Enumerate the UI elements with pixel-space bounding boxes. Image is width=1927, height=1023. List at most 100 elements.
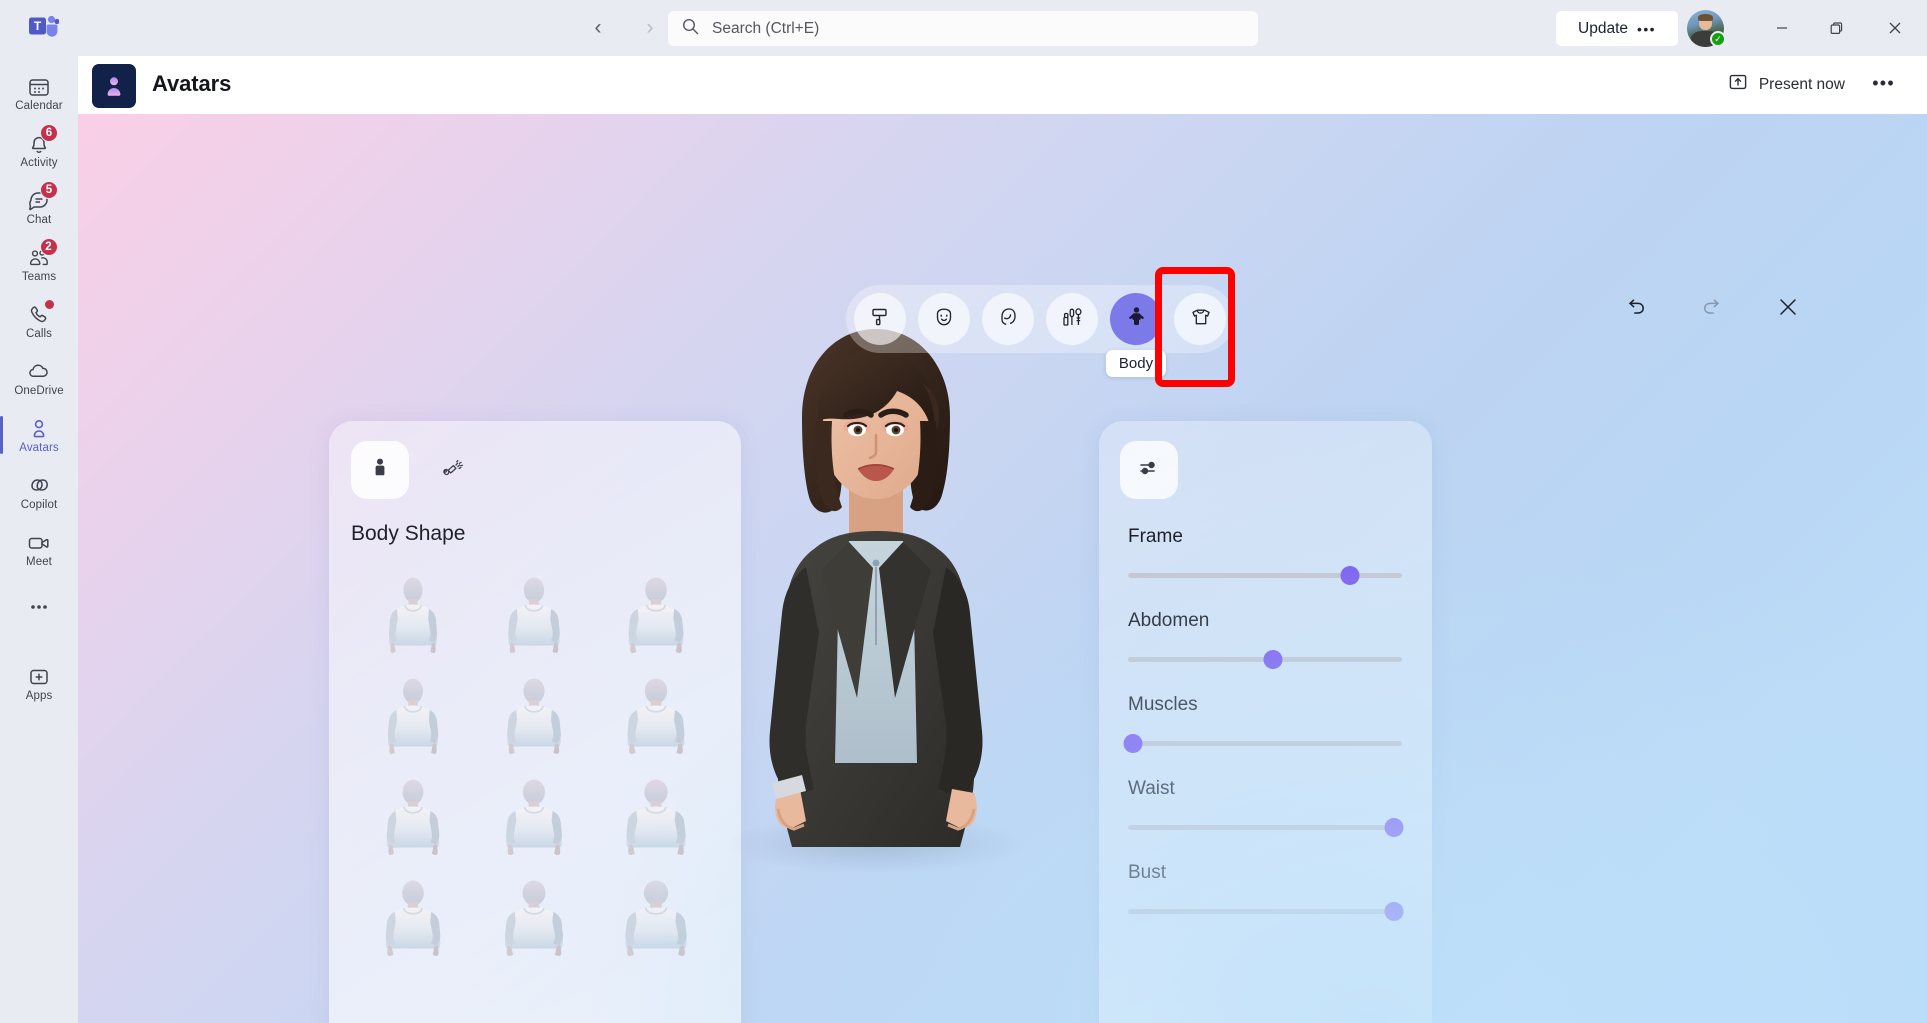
search-bar[interactable]: Search (Ctrl+E) — [668, 11, 1258, 46]
back-button[interactable]: ‹ — [582, 12, 614, 44]
search-input[interactable]: Search (Ctrl+E) — [712, 20, 819, 38]
tab-body-shape[interactable] — [351, 441, 409, 499]
body-shape-option[interactable] — [353, 776, 474, 877]
sidebar-item-avatars[interactable]: Avatars — [0, 407, 78, 464]
sidebar-item-label: Apps — [25, 690, 53, 702]
body-silhouette-icon — [367, 455, 393, 486]
more-icon — [27, 594, 51, 619]
teams-icon: 2 — [27, 238, 58, 270]
restore-button[interactable] — [1809, 0, 1863, 56]
video-icon — [26, 530, 52, 555]
slider-knob[interactable] — [1263, 649, 1283, 669]
category-makeup-button[interactable] — [1046, 293, 1098, 345]
body-person-icon — [1124, 304, 1149, 334]
sidebar-item-label: Meet — [26, 556, 52, 568]
sidebar-item-apps[interactable]: Apps — [0, 655, 78, 712]
body-shape-option[interactable] — [353, 877, 474, 978]
header-overflow-button[interactable]: ••• — [1872, 73, 1895, 94]
sidebar-item-label: Chat — [26, 214, 52, 226]
body-shape-option[interactable] — [474, 776, 595, 877]
panel-tabs — [351, 441, 482, 499]
category-body-button[interactable] — [1110, 293, 1162, 345]
body-shape-option[interactable] — [353, 574, 474, 675]
avatar-preview[interactable] — [686, 309, 1066, 889]
search-icon — [682, 18, 699, 40]
apps-plus-icon — [27, 664, 51, 689]
sidebar-item-label: Teams — [21, 271, 57, 283]
category-toolbar: Body — [846, 285, 1234, 377]
hair-icon — [996, 305, 1021, 334]
sidebar-item-label: OneDrive — [14, 385, 64, 397]
title-bar: T ‹ › Search (Ctrl+E) Update ••• ✓ — [0, 0, 1927, 56]
tab-sliders[interactable] — [1120, 441, 1178, 499]
forward-button[interactable]: › — [634, 12, 666, 44]
redo-button[interactable] — [1697, 292, 1727, 322]
makeup-icon — [1060, 305, 1085, 334]
slider-knob[interactable] — [1123, 733, 1143, 753]
stage-actions — [1621, 292, 1803, 322]
sidebar-item-calendar[interactable]: Calendar — [0, 65, 78, 122]
body-shape-option[interactable] — [474, 877, 595, 978]
slider-label: Abdomen — [1128, 610, 1210, 631]
slider-track[interactable] — [1128, 901, 1404, 921]
calls-badge — [44, 299, 55, 310]
update-overflow-icon[interactable]: ••• — [1637, 21, 1656, 37]
slider-knob[interactable] — [1384, 817, 1404, 837]
slider-label: Muscles — [1128, 694, 1198, 715]
slider-track[interactable] — [1128, 565, 1402, 585]
copilot-icon — [27, 473, 52, 498]
sidebar-item-more[interactable] — [0, 578, 78, 635]
update-label: Update — [1578, 19, 1629, 37]
chat-icon: 5 — [27, 181, 58, 213]
body-shape-option[interactable] — [474, 675, 595, 776]
body-shape-option[interactable] — [596, 877, 717, 978]
sidebar-item-onedrive[interactable]: OneDrive — [0, 350, 78, 407]
close-button[interactable] — [1863, 0, 1927, 56]
sidebar-item-label: Calendar — [15, 100, 63, 112]
phone-icon — [27, 299, 55, 327]
left-rail: Calendar 6 Activity 5 Chat 2 Teams Calls… — [0, 56, 78, 1023]
slider-track[interactable] — [1128, 649, 1402, 669]
category-tooltip: Body — [1105, 350, 1167, 377]
undo-button[interactable] — [1621, 292, 1651, 322]
tab-prosthetics[interactable] — [424, 441, 482, 499]
slider-knob[interactable] — [1340, 565, 1360, 585]
minimize-button[interactable] — [1755, 0, 1809, 56]
sidebar-item-meet[interactable]: Meet — [0, 521, 78, 578]
body-shape-option[interactable] — [474, 574, 595, 675]
present-now-button[interactable]: Present now — [1728, 72, 1845, 97]
slider-row: Frame — [1099, 526, 1432, 610]
sidebar-item-teams[interactable]: 2 Teams — [0, 236, 78, 293]
paint-roller-icon — [868, 305, 892, 334]
category-face-button[interactable] — [918, 293, 970, 345]
body-sliders-panel: Frame Abdomen Muscles Waist Bust — [1099, 421, 1432, 1023]
sidebar-item-calls[interactable]: Calls — [0, 293, 78, 350]
svg-text:T: T — [34, 19, 42, 33]
category-hair-button[interactable] — [982, 293, 1034, 345]
content-area: Avatars Present now ••• Body Body Shape … — [78, 56, 1927, 1023]
present-now-label: Present now — [1758, 75, 1845, 93]
category-style-button[interactable] — [854, 293, 906, 345]
sidebar-item-activity[interactable]: 6 Activity — [0, 122, 78, 179]
teams-logo-icon: T — [26, 11, 62, 45]
update-button[interactable]: Update ••• — [1556, 11, 1678, 46]
sidebar-item-label: Copilot — [20, 499, 58, 511]
sliders-icon — [1136, 455, 1162, 486]
cloud-icon — [26, 359, 52, 384]
chat-badge: 5 — [40, 181, 58, 199]
panel-heading: Body Shape — [351, 522, 466, 545]
slider-track[interactable] — [1128, 817, 1404, 837]
category-body-wrap: Body — [1105, 293, 1167, 377]
slider-label: Frame — [1128, 526, 1183, 547]
slider-knob[interactable] — [1384, 901, 1404, 921]
close-customizer-button[interactable] — [1773, 292, 1803, 322]
slider-track[interactable] — [1123, 733, 1402, 753]
slider-list: Frame Abdomen Muscles Waist Bust — [1099, 526, 1432, 946]
slider-row: Waist — [1099, 778, 1432, 862]
face-icon — [932, 305, 956, 334]
body-shape-option[interactable] — [353, 675, 474, 776]
sidebar-item-copilot[interactable]: Copilot — [0, 464, 78, 521]
category-clothing-button[interactable] — [1174, 293, 1226, 345]
sidebar-item-label: Activity — [20, 157, 58, 169]
sidebar-item-chat[interactable]: 5 Chat — [0, 179, 78, 236]
